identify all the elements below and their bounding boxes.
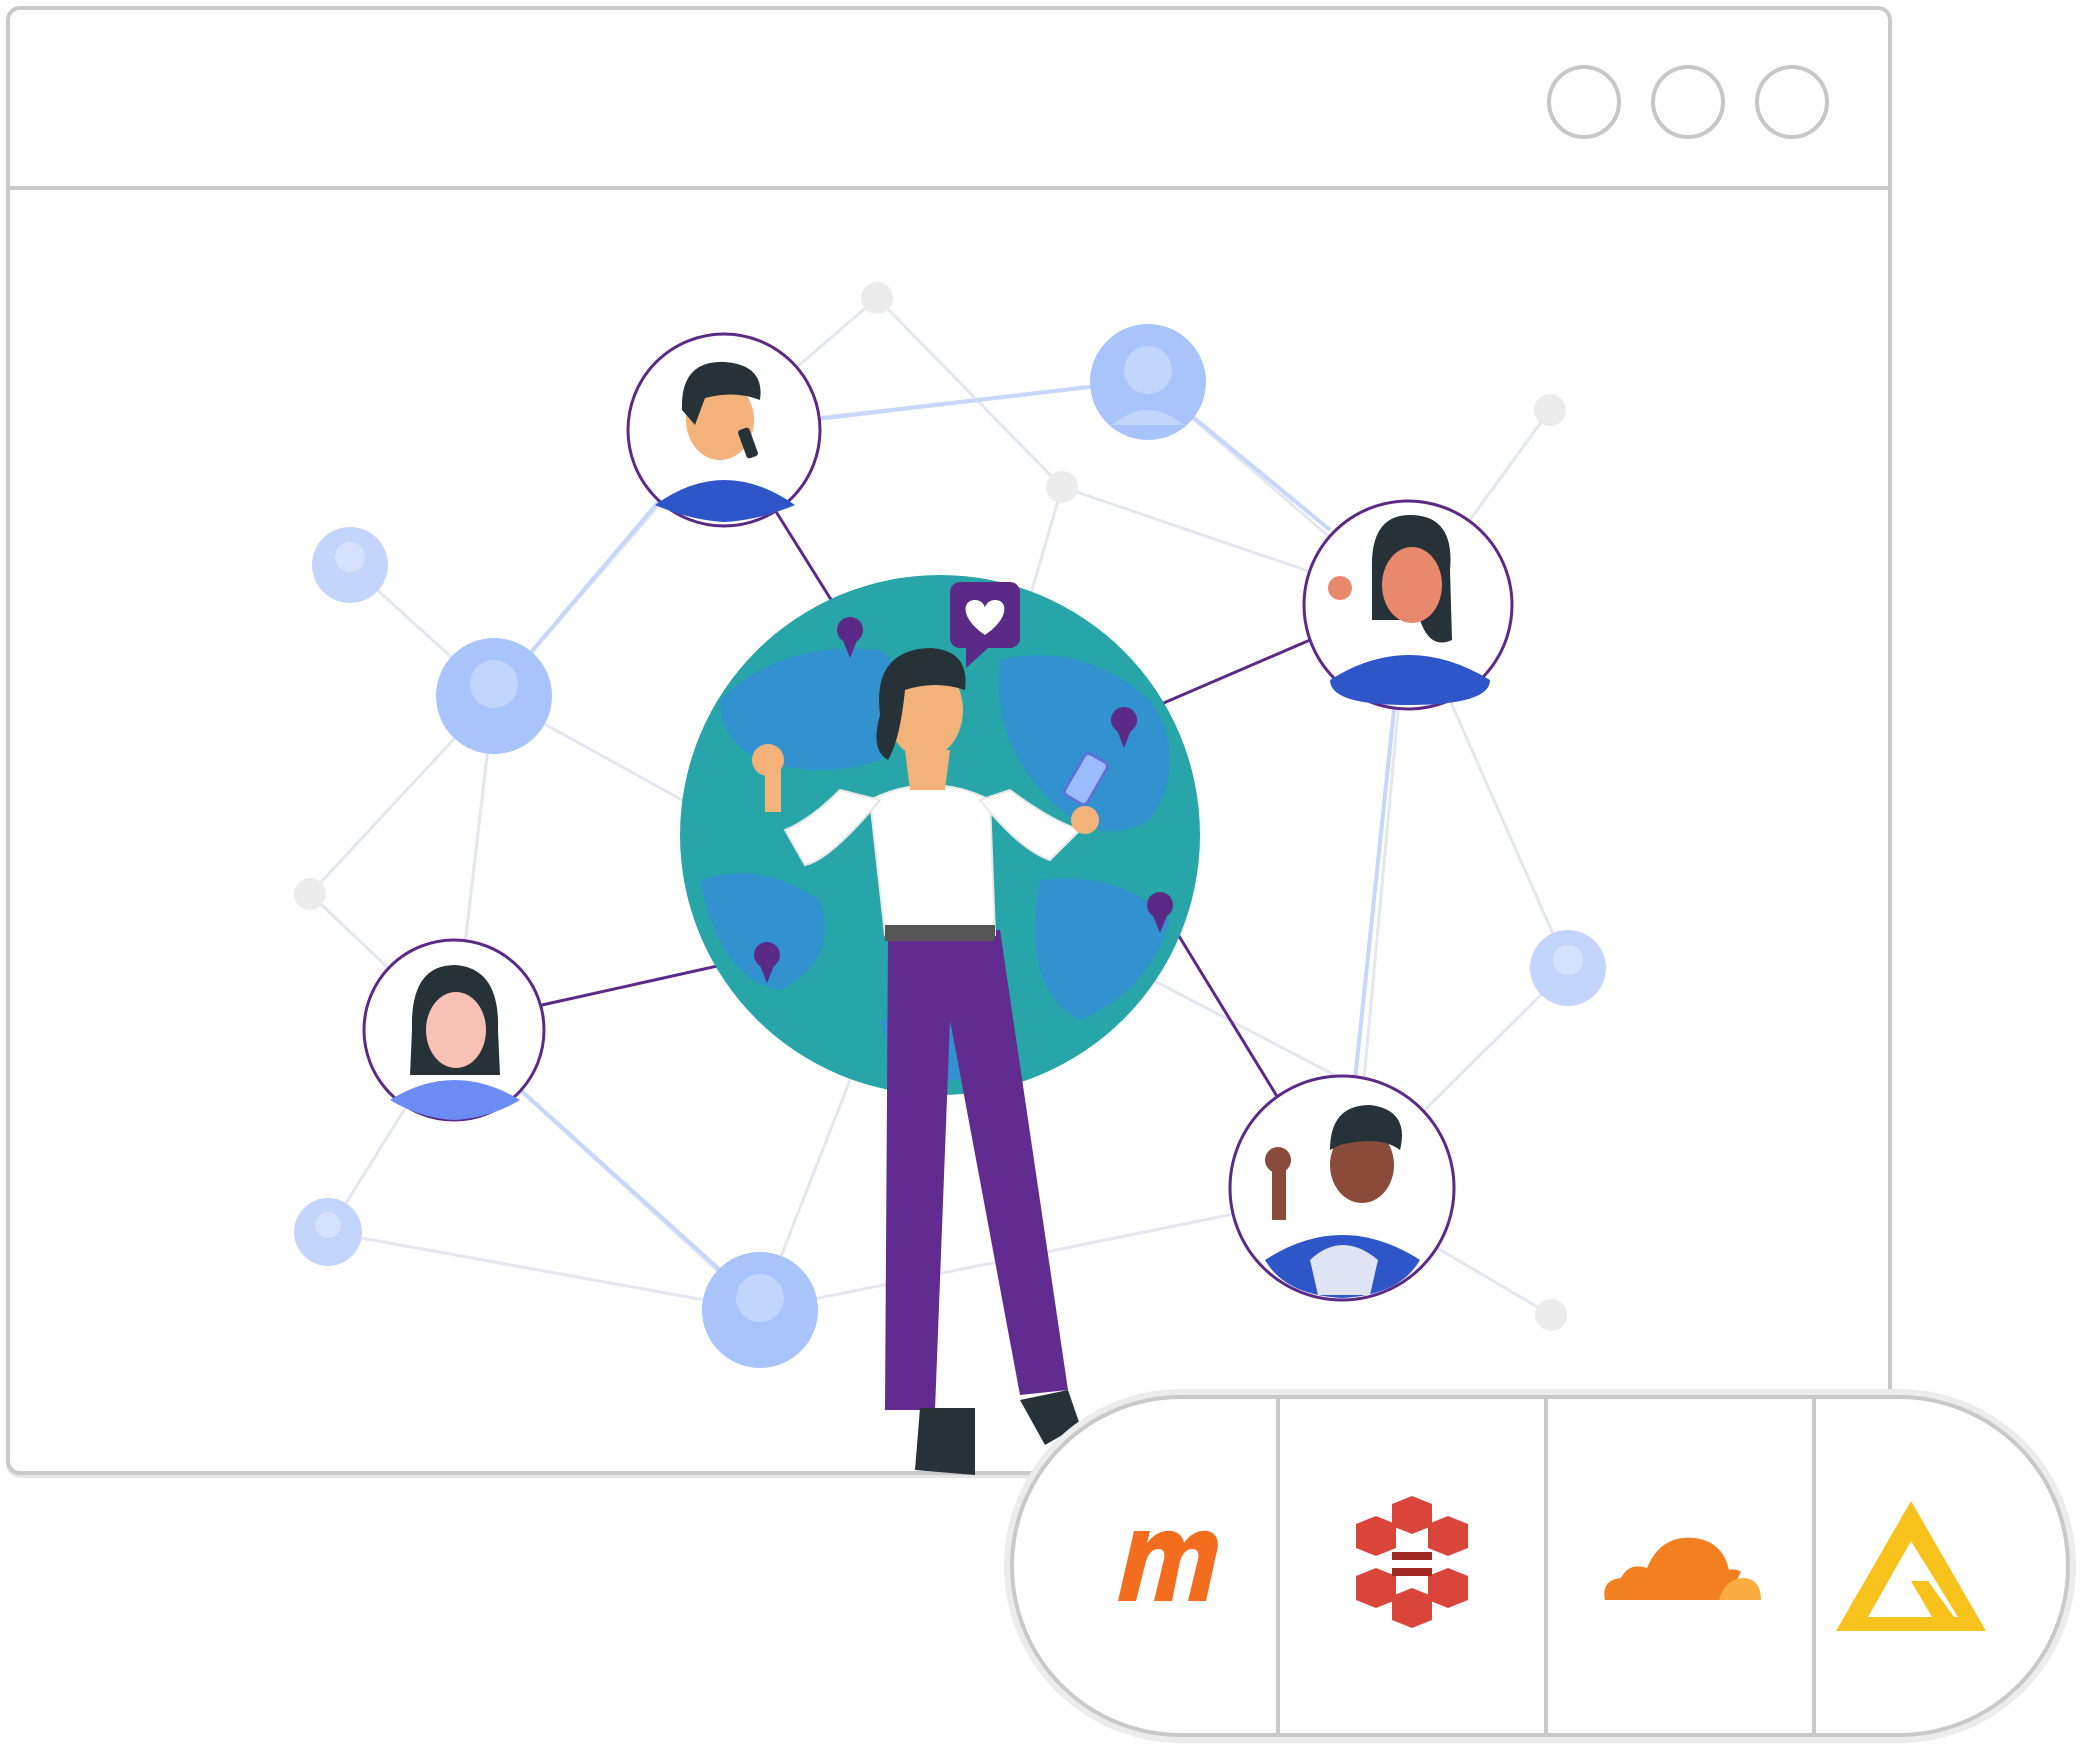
person-avatar-4 xyxy=(1228,1074,1456,1302)
person-avatar-icon xyxy=(436,638,552,754)
person-avatar-icon xyxy=(1530,930,1606,1006)
integrations-bar xyxy=(1010,1395,2070,1737)
integration-cell-4[interactable] xyxy=(1816,1399,2066,1733)
person-avatar-icon xyxy=(312,527,388,603)
person-avatar-icon xyxy=(1090,324,1206,440)
aws-cube-logo xyxy=(1356,1496,1468,1628)
integration-cell-3[interactable] xyxy=(1548,1399,1812,1733)
cloudflare-cloud-logo xyxy=(1604,1537,1761,1600)
person-avatar-3 xyxy=(362,938,546,1122)
integration-cell-1[interactable] xyxy=(1014,1399,1276,1733)
person-avatar-icon xyxy=(294,1198,362,1266)
person-avatar-1 xyxy=(626,332,822,528)
integration-cell-2[interactable] xyxy=(1280,1399,1544,1733)
person-avatar-icon xyxy=(702,1252,818,1368)
mastodon-style-m-logo xyxy=(1118,1530,1218,1601)
triangle-logo xyxy=(1836,1501,1986,1631)
person-avatar-2 xyxy=(1302,499,1514,711)
